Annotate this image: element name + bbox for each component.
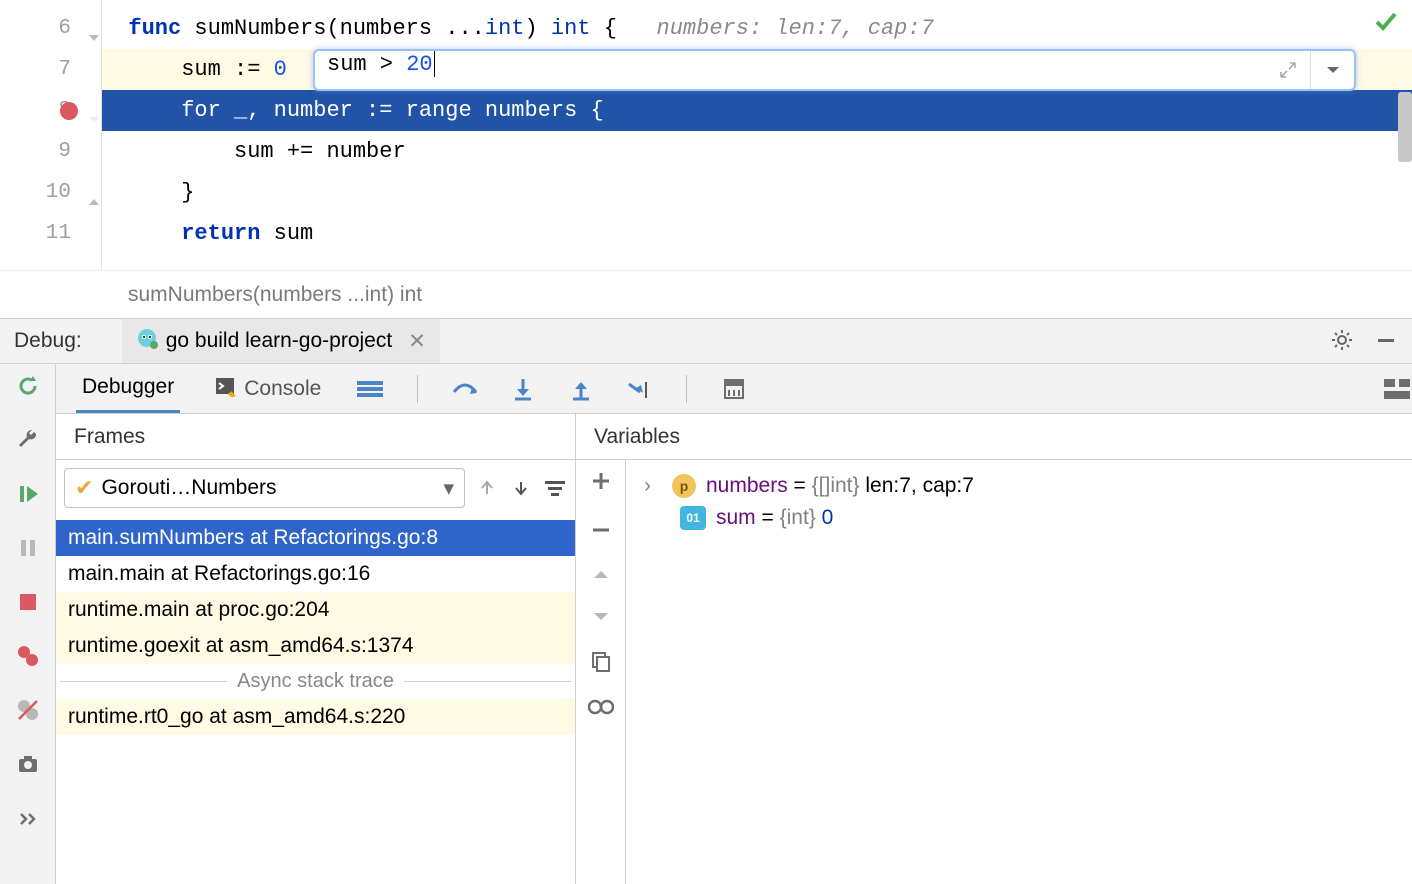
tab-debugger[interactable]: Debugger xyxy=(76,364,180,413)
debug-label: Debug: xyxy=(14,329,82,353)
gutter-line[interactable]: 10 xyxy=(0,172,101,213)
stop-icon[interactable] xyxy=(14,588,42,616)
pause-icon[interactable] xyxy=(14,534,42,562)
next-frame-icon[interactable] xyxy=(509,476,533,500)
editor-scrollbar[interactable] xyxy=(1398,92,1412,162)
rerun-icon[interactable] xyxy=(14,372,42,400)
frame-item[interactable]: runtime.main at proc.go:204 xyxy=(56,592,575,628)
frame-item[interactable]: main.sumNumbers at Refactorings.go:8 xyxy=(56,520,575,556)
variable-row[interactable]: 01 sum = {int} 0 xyxy=(640,502,1398,534)
gutter-line[interactable]: 7 xyxy=(0,49,101,90)
gutter-line[interactable]: 8 xyxy=(0,90,101,131)
frame-list: main.sumNumbers at Refactorings.go:8 mai… xyxy=(56,520,575,884)
frame-item[interactable]: main.main at Refactorings.go:16 xyxy=(56,556,575,592)
run-config-tab[interactable]: go build learn-go-project ✕ xyxy=(122,319,440,363)
breakpoint-condition-popup: sum > 20 xyxy=(313,49,1356,91)
chevron-right-icon[interactable]: › xyxy=(644,474,662,498)
code-area[interactable]: func sumNumbers(numbers ...int) int { nu… xyxy=(102,0,1412,270)
frame-item[interactable]: runtime.goexit at asm_amd64.s:1374 xyxy=(56,628,575,664)
layout-icon[interactable] xyxy=(1382,374,1412,404)
console-icon xyxy=(214,375,236,403)
frames-pane: ✔ Gorouti…Numbers ▾ main.sumNumbers at R… xyxy=(56,460,576,884)
chevron-down-icon: ▾ xyxy=(443,476,454,501)
variables-toolbar xyxy=(576,460,626,884)
debug-side-toolbar xyxy=(0,364,56,884)
gutter-line[interactable]: 6 xyxy=(0,8,101,49)
tab-console[interactable]: Console xyxy=(208,364,327,413)
gutter-line[interactable]: 9 xyxy=(0,131,101,172)
run-to-cursor-icon[interactable] xyxy=(624,374,654,404)
breakpoint-icon[interactable] xyxy=(60,102,78,120)
camera-icon[interactable] xyxy=(14,750,42,778)
add-watch-icon[interactable] xyxy=(590,470,612,495)
filter-icon[interactable] xyxy=(543,476,567,500)
async-stack-separator: Async stack trace xyxy=(56,664,575,699)
breadcrumb[interactable]: sumNumbers(numbers ...int) int xyxy=(0,270,1412,318)
variables-pane: › p numbers = {[]int} len:7, cap:7 01 su… xyxy=(626,460,1412,884)
fold-icon[interactable] xyxy=(87,102,101,116)
fold-icon[interactable] xyxy=(87,184,101,198)
int-badge-icon: 01 xyxy=(680,506,706,530)
threads-icon[interactable] xyxy=(355,374,385,404)
debug-tabs: Debugger Console xyxy=(56,364,1412,414)
frame-item[interactable]: runtime.rt0_go at asm_amd64.s:220 xyxy=(56,699,575,735)
wrench-icon[interactable] xyxy=(14,426,42,454)
goroutine-selector[interactable]: ✔ Gorouti…Numbers ▾ xyxy=(64,468,465,508)
code-editor: 6 7 8 9 10 11 func sumNumbers(numbers ..… xyxy=(0,0,1412,270)
more-icon[interactable] xyxy=(14,804,42,832)
debug-toolwindow-header: Debug: go build learn-go-project ✕ xyxy=(0,318,1412,364)
execution-line: for _, number := range numbers { xyxy=(102,90,1412,131)
variable-row[interactable]: › p numbers = {[]int} len:7, cap:7 xyxy=(640,470,1398,502)
history-dropdown-icon[interactable] xyxy=(1310,51,1354,89)
close-icon[interactable]: ✕ xyxy=(408,329,426,354)
inlay-hint: numbers: len:7, cap:7 xyxy=(657,16,934,41)
nav-down-icon[interactable] xyxy=(592,609,610,626)
resume-icon[interactable] xyxy=(14,480,42,508)
inspection-ok-icon[interactable] xyxy=(1374,10,1398,37)
check-icon: ✔ xyxy=(75,475,93,501)
remove-watch-icon[interactable] xyxy=(590,519,612,544)
editor-gutter: 6 7 8 9 10 11 xyxy=(0,0,102,270)
watches-icon[interactable] xyxy=(588,699,614,718)
expand-icon[interactable] xyxy=(1266,51,1310,89)
mute-breakpoints-icon[interactable] xyxy=(14,696,42,724)
nav-up-icon[interactable] xyxy=(592,568,610,585)
evaluate-icon[interactable] xyxy=(719,374,749,404)
step-over-icon[interactable] xyxy=(450,374,480,404)
frames-header: Frames xyxy=(56,414,576,459)
param-badge-icon: p xyxy=(672,474,696,498)
copy-icon[interactable] xyxy=(590,650,612,675)
go-gopher-icon xyxy=(136,327,158,355)
variables-header: Variables xyxy=(576,414,1412,459)
debug-toolwindow: Debugger Console Frames Variables xyxy=(0,364,1412,884)
view-breakpoints-icon[interactable] xyxy=(14,642,42,670)
step-out-icon[interactable] xyxy=(566,374,596,404)
minimize-icon[interactable] xyxy=(1374,328,1398,355)
gutter-line[interactable]: 11 xyxy=(0,213,101,254)
prev-frame-icon[interactable] xyxy=(475,476,499,500)
gear-icon[interactable] xyxy=(1330,328,1354,355)
step-into-icon[interactable] xyxy=(508,374,538,404)
fold-icon[interactable] xyxy=(87,20,101,34)
condition-input[interactable]: sum > 20 xyxy=(315,51,1266,89)
